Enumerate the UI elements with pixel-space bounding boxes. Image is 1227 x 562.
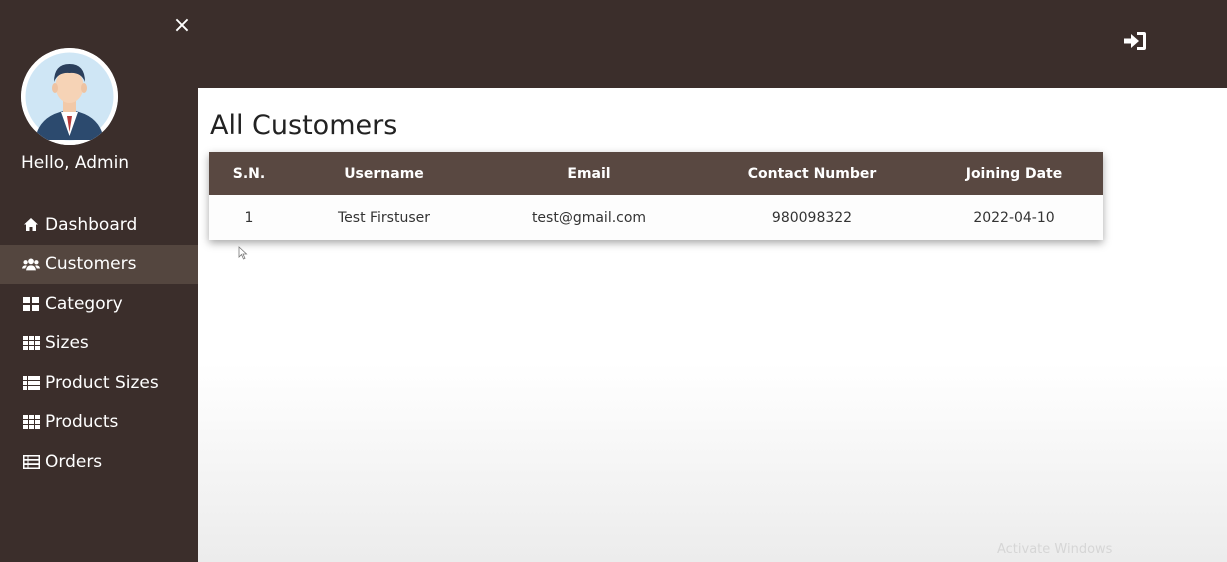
column-header: Username [344,165,424,182]
sidebar-item-sizes[interactable]: Sizes [0,324,198,364]
user-avatar-icon [21,48,118,145]
sidebar-item-dashboard[interactable]: Dashboard [0,205,198,245]
customers-table: S.N. Username Email Contact Number Joini… [209,152,1103,240]
greeting-text: Hello, Admin [21,153,130,173]
table-cell: test@gmail.com [531,209,647,226]
table-header: S.N. Username Email Contact Number Joini… [209,152,1103,195]
sidebar-item-label: Dashboard [45,214,138,235]
logout-button[interactable] [1122,30,1148,54]
sidebar: Hello, Admin Dashboard Customers Categor… [0,0,198,562]
sidebar-item-products[interactable]: Products [0,403,198,443]
sidebar-item-product-sizes[interactable]: Product Sizes [0,363,198,403]
close-sidebar-button[interactable]: × [172,14,192,38]
mouse-cursor-icon [238,246,248,260]
sidebar-item-label: Orders [45,451,103,472]
table-cell: 980098322 [771,209,853,226]
sidebar-item-customers[interactable]: Customers [0,244,198,284]
table-cell: 1 [244,209,254,226]
list-alt-icon [22,454,40,470]
sidebar-item-label: Customers [45,254,137,275]
sidebar-nav: Dashboard Customers Category Sizes Produ… [0,205,198,482]
column-header: Contact Number [747,165,877,182]
sidebar-item-label: Sizes [45,333,89,354]
grid-icon [22,296,40,312]
table-cell: Test Firstuser [337,209,431,226]
sidebar-item-label: Product Sizes [45,372,159,393]
table-icon [22,335,40,351]
sidebar-item-orders[interactable]: Orders [0,442,198,482]
users-icon [22,256,40,272]
activate-windows-watermark: Activate Windows [997,542,1113,557]
column-header: Joining Date [965,165,1063,182]
main-content: All Customers S.N. Username Email Contac… [198,88,1227,562]
sidebar-item-label: Products [45,412,119,433]
column-header: S.N. [232,165,266,182]
column-header: Email [567,165,611,182]
close-icon: × [172,13,192,38]
sidebar-item-category[interactable]: Category [0,284,198,324]
table-row: 1 Test Firstuser test@gmail.com 98009832… [209,195,1103,240]
page-title: All Customers [210,110,398,141]
avatar [21,48,118,145]
home-icon [22,217,40,233]
sidebar-item-label: Category [45,293,123,314]
list-icon [22,375,40,391]
sign-in-icon [1124,32,1146,50]
table-icon [22,414,40,430]
table-cell: 2022-04-10 [973,209,1055,226]
